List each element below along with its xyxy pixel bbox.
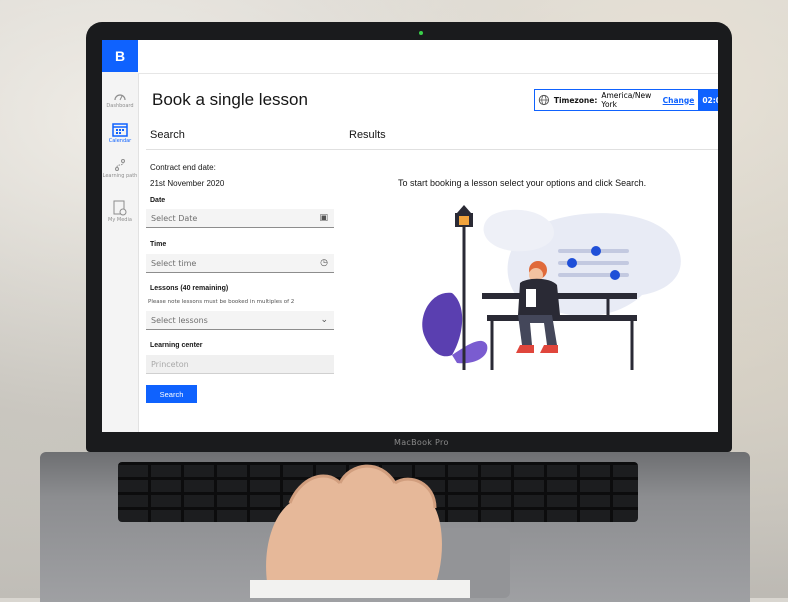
contract-end-label: Contract end date: (150, 163, 216, 172)
camera-indicator (419, 31, 423, 35)
date-label: Date (150, 197, 166, 204)
app-logo[interactable]: B (102, 40, 138, 72)
learning-center-field: Princeton (146, 355, 334, 374)
current-time: 02:0 (698, 90, 718, 110)
sidebar-item-label: Calendar (108, 138, 132, 144)
media-icon (113, 200, 127, 216)
lessons-note: Please note lessons must be booked in mu… (148, 299, 295, 305)
clock-icon[interactable]: ◷ (320, 258, 328, 268)
calendar-picker-icon[interactable]: ▣ (319, 213, 328, 223)
sidebar-item-learning-path[interactable]: Learning path (102, 158, 138, 179)
lessons-label: Lessons (40 remaining) (150, 285, 229, 292)
empty-state-illustration (422, 205, 681, 370)
top-bar (138, 40, 718, 74)
globe-icon (538, 94, 550, 106)
contract-end-value: 21st November 2020 (150, 179, 225, 188)
sidebar-item-label: Learning path (102, 173, 138, 179)
date-placeholder: Select Date (151, 213, 198, 223)
learning-center-label: Learning center (150, 342, 203, 349)
hand-image (250, 464, 470, 598)
sidebar-item-label: My Media (108, 217, 132, 223)
results-heading: Results (349, 129, 386, 141)
chevron-down-icon: ⌄ (320, 315, 328, 325)
learning-center-value: Princeton (151, 359, 189, 369)
search-button[interactable]: Search (146, 385, 197, 403)
page-title: Book a single lesson (152, 90, 308, 109)
date-input[interactable]: Select Date ▣ (146, 209, 334, 228)
sidebar-item-label: Dashboard (106, 103, 134, 109)
time-placeholder: Select time (151, 258, 197, 268)
timezone-panel: Timezone: America/New York Change 02:0 (534, 89, 718, 111)
change-timezone-link[interactable]: Change (663, 96, 695, 105)
timezone-label: Timezone: (553, 95, 598, 105)
results-prompt: To start booking a lesson select your op… (398, 178, 647, 188)
sidebar-item-my-media[interactable]: My Media (102, 200, 138, 223)
time-input[interactable]: Select time ◷ (146, 254, 334, 273)
lessons-select[interactable]: Select lessons ⌄ (146, 311, 334, 330)
dashboard-icon (114, 94, 126, 101)
search-heading: Search (150, 129, 185, 141)
sidebar-item-dashboard[interactable]: Dashboard (102, 90, 138, 109)
calendar-icon (112, 123, 128, 137)
time-label: Time (150, 241, 167, 248)
learning-path-icon (115, 159, 125, 171)
timezone-value: America/New York (601, 91, 652, 109)
sidebar: B Dashboard Calendar Learning path My Me… (102, 40, 139, 432)
sidebar-item-calendar[interactable]: Calendar (102, 122, 138, 144)
laptop-screen: B Dashboard Calendar Learning path My Me… (102, 40, 718, 432)
laptop-brand-label: MacBook Pro (394, 438, 449, 447)
lessons-placeholder: Select lessons (151, 315, 208, 325)
header-divider (146, 149, 718, 150)
